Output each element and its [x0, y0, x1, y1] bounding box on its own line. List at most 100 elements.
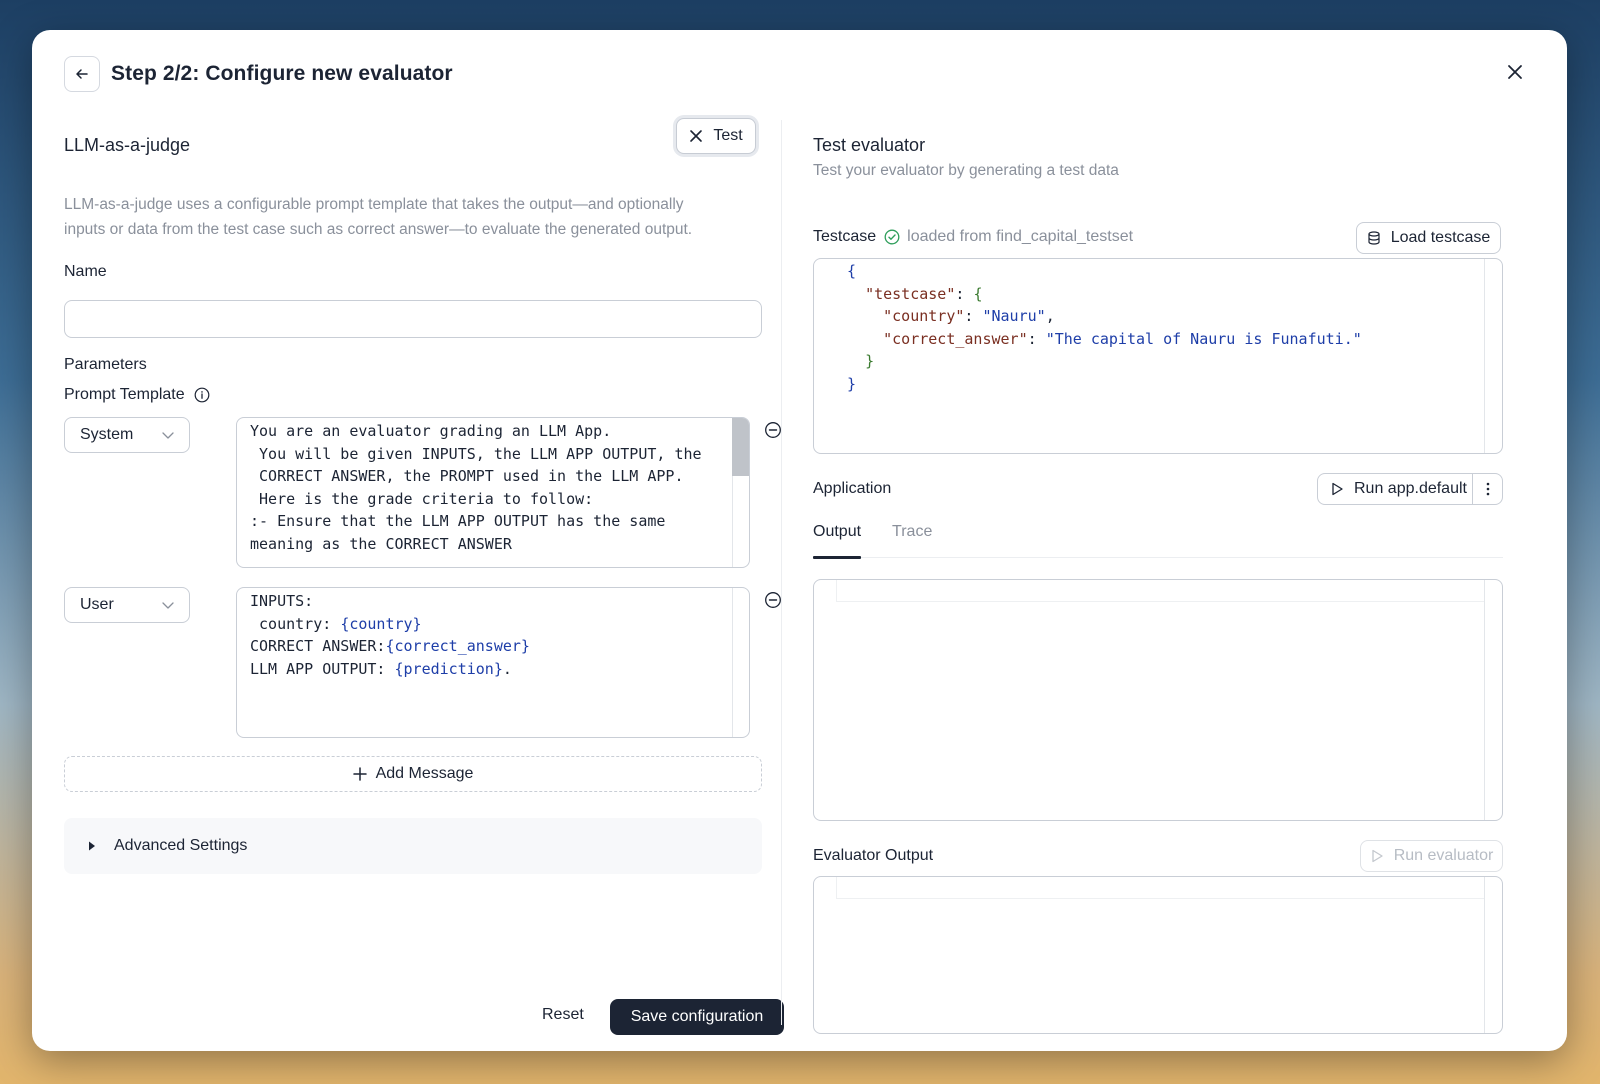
add-message-button[interactable]: Add Message [64, 756, 762, 792]
plus-icon [352, 767, 367, 781]
system-message-editor[interactable]: You are an evaluator grading an LLM App.… [236, 417, 750, 568]
evaluator-config-panel: LLM-as-a-judge Test LLM-as-a-judge uses … [64, 118, 784, 1038]
minus-circle-icon [764, 591, 782, 609]
application-label: Application [813, 480, 892, 497]
run-app-button[interactable]: Run app.default [1317, 473, 1503, 505]
play-icon [1370, 849, 1384, 863]
add-message-label: Add Message [375, 765, 474, 782]
check-circle-icon [884, 229, 900, 245]
testcase-source: loaded from find_capital_testset [907, 228, 1134, 245]
evaluator-output-editor[interactable] [813, 876, 1503, 1034]
json-key: "country" [883, 307, 965, 326]
reset-button[interactable]: Reset [538, 1000, 588, 1030]
editor-line [836, 580, 1485, 602]
editor-scrollbar-thumb[interactable] [732, 418, 749, 476]
template-variable: {country} [340, 614, 422, 633]
code-line: } [847, 374, 857, 393]
prompt-template-label: Prompt Template [64, 386, 210, 404]
chevron-down-icon [161, 428, 175, 442]
editor-scrollbar[interactable] [1484, 877, 1485, 1033]
code-line: You will be given INPUTS, the LLM APP OU… [250, 444, 702, 463]
application-output-editor[interactable] [813, 579, 1503, 821]
run-evaluator-button[interactable]: Run evaluator [1360, 840, 1503, 872]
caret-right-icon [88, 841, 96, 851]
json-key: "testcase" [865, 284, 956, 303]
code-line: LLM APP OUTPUT: {prediction}. [250, 658, 727, 681]
code-line: "testcase": { [865, 284, 983, 303]
tab-trace[interactable]: Trace [892, 520, 932, 558]
remove-user-message-button[interactable] [764, 591, 782, 609]
x-icon [689, 129, 703, 143]
chevron-down-icon [161, 598, 175, 612]
code-line: meaning as the CORRECT ANSWER [250, 534, 512, 553]
configure-evaluator-modal: Step 2/2: Configure new evaluator LLM-as… [32, 30, 1567, 1051]
code-line: country: {country} [250, 613, 727, 636]
database-icon [1367, 231, 1381, 245]
code-line: { [847, 262, 857, 280]
prompt-template-label-text: Prompt Template [64, 386, 185, 403]
testcase-json-editor[interactable]: { "testcase": { "country": "Nauru", "cor… [813, 258, 1503, 454]
code-line: "country": "Nauru", [883, 307, 1055, 326]
description-line: LLM-as-a-judge uses a configurable promp… [64, 196, 684, 213]
play-icon [1330, 482, 1344, 496]
application-tabs: Output Trace [813, 520, 1503, 559]
advanced-settings-toggle[interactable]: Advanced Settings [64, 818, 762, 874]
remove-system-message-button[interactable] [764, 421, 782, 439]
code-line: INPUTS: [250, 590, 727, 613]
run-evaluator-label: Run evaluator [1393, 847, 1494, 864]
code-text: INPUTS: [250, 592, 314, 610]
description-line: inputs or data from the test case such a… [64, 221, 693, 238]
editor-line [836, 877, 1485, 899]
system-role-select[interactable]: System [64, 417, 190, 453]
load-testcase-button[interactable]: Load testcase [1356, 222, 1501, 254]
testcase-label: Testcase [813, 228, 877, 245]
more-vertical-icon[interactable] [1472, 474, 1502, 504]
panel-divider [781, 120, 782, 1025]
parameters-label: Parameters [64, 356, 147, 373]
code-line: "correct_answer": "The capital of Nauru … [883, 329, 1362, 348]
json-value: "The capital of Nauru is Funafuti." [1045, 329, 1362, 348]
role-select-value: User [80, 596, 114, 613]
system-message-text: You are an evaluator grading an LLM App.… [250, 420, 727, 556]
arrow-left-icon [74, 66, 90, 82]
run-app-label: Run app.default [1354, 480, 1467, 497]
evaluator-output-label: Evaluator Output [813, 847, 934, 864]
advanced-settings-label: Advanced Settings [114, 837, 248, 854]
template-variable: {correct_answer} [385, 637, 530, 656]
modal-header: Step 2/2: Configure new evaluator [64, 56, 453, 92]
code-line: :- Ensure that the LLM APP OUTPUT has th… [250, 512, 666, 531]
code-line: CORRECT ANSWER:{correct_answer} [250, 635, 727, 658]
json-key: "correct_answer" [883, 329, 1028, 348]
testcase-json: { "testcase": { "country": "Nauru", "cor… [847, 260, 1362, 396]
json-value: "Nauru" [982, 307, 1046, 326]
info-icon[interactable] [194, 387, 210, 403]
role-select-value: System [80, 426, 134, 443]
user-message-editor[interactable]: INPUTS: country: {country} CORRECT ANSWER… [236, 587, 750, 738]
name-label: Name [64, 263, 107, 280]
editor-scrollbar[interactable] [732, 588, 749, 737]
test-toggle-button[interactable]: Test [676, 118, 756, 154]
minus-circle-icon [764, 421, 782, 439]
code-text: . [502, 659, 512, 678]
editor-scrollbar[interactable] [1484, 259, 1485, 453]
code-line: } [865, 352, 875, 371]
tab-output[interactable]: Output [813, 520, 862, 559]
code-line: Here is the grade criteria to follow: [250, 489, 594, 508]
close-button[interactable] [1503, 60, 1527, 84]
code-text: CORRECT ANSWER: [250, 637, 386, 656]
editor-scrollbar[interactable] [1484, 580, 1485, 820]
close-icon [1506, 63, 1524, 81]
save-configuration-button[interactable]: Save configuration [610, 999, 784, 1035]
test-evaluator-panel: Test evaluator Test your evaluator by ge… [813, 118, 1503, 1038]
code-text: country: [250, 614, 341, 633]
template-variable: {prediction} [394, 659, 503, 678]
back-button[interactable] [64, 56, 100, 92]
name-input[interactable] [64, 300, 762, 338]
user-role-select[interactable]: User [64, 587, 190, 623]
testcase-header: Testcase loaded from find_capital_testse… [813, 228, 1133, 246]
evaluator-description: LLM-as-a-judge uses a configurable promp… [64, 192, 744, 242]
user-message-text: INPUTS: country: {country} CORRECT ANSWER… [250, 590, 727, 680]
test-evaluator-title: Test evaluator [813, 135, 926, 155]
test-button-label: Test [713, 127, 743, 144]
load-testcase-label: Load testcase [1390, 229, 1491, 246]
